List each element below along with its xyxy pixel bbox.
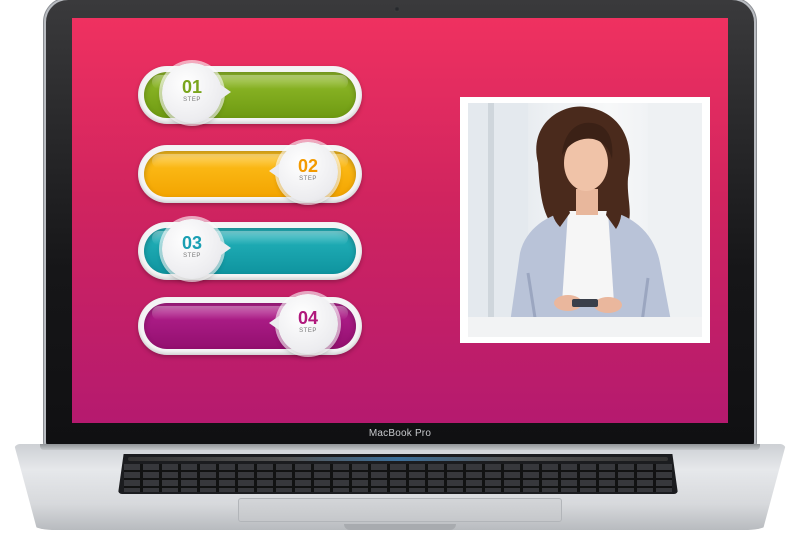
- badge-pointer: [221, 85, 231, 99]
- step-item-2[interactable]: 02 STEP: [138, 142, 362, 203]
- laptop-screen: 01 STEP 02 STEP 03 STEP 04 STEP: [72, 18, 728, 423]
- step-number: 04: [297, 308, 319, 328]
- touch-bar: [128, 457, 668, 461]
- step-item-3[interactable]: 03 STEP: [138, 219, 362, 280]
- lid-notch: [344, 524, 456, 530]
- step-label: STEP: [183, 97, 201, 103]
- laptop-base: [0, 444, 800, 540]
- step-number: 02: [297, 156, 319, 176]
- step-badge: 02 STEP: [269, 142, 338, 202]
- step-number: 01: [181, 77, 203, 97]
- photo-frame: [460, 97, 710, 343]
- step-label: STEP: [299, 328, 317, 334]
- step-item-1[interactable]: 01 STEP: [138, 63, 362, 124]
- device-brand-label: MacBook Pro: [368, 428, 432, 439]
- step-number: 03: [181, 233, 203, 253]
- step-badge: 01 STEP: [162, 63, 231, 123]
- woman-with-phone-icon: [468, 103, 702, 337]
- step-label: STEP: [183, 253, 201, 259]
- badge-pointer: [221, 241, 231, 255]
- step-item-4[interactable]: 04 STEP: [138, 294, 362, 355]
- hinge: [40, 444, 760, 450]
- camera-icon: [394, 6, 400, 12]
- step-label: STEP: [299, 176, 317, 182]
- trackpad: [238, 498, 562, 522]
- keyboard: [118, 454, 678, 494]
- badge-pointer: [269, 164, 279, 178]
- laptop-lid: 01 STEP 02 STEP 03 STEP 04 STEP MacBook …: [46, 0, 754, 448]
- step-badge: 04 STEP: [269, 294, 338, 354]
- badge-pointer: [269, 316, 279, 330]
- photo-illustration: [468, 103, 702, 337]
- step-badge: 03 STEP: [162, 219, 231, 279]
- keyboard-keys: [124, 464, 672, 492]
